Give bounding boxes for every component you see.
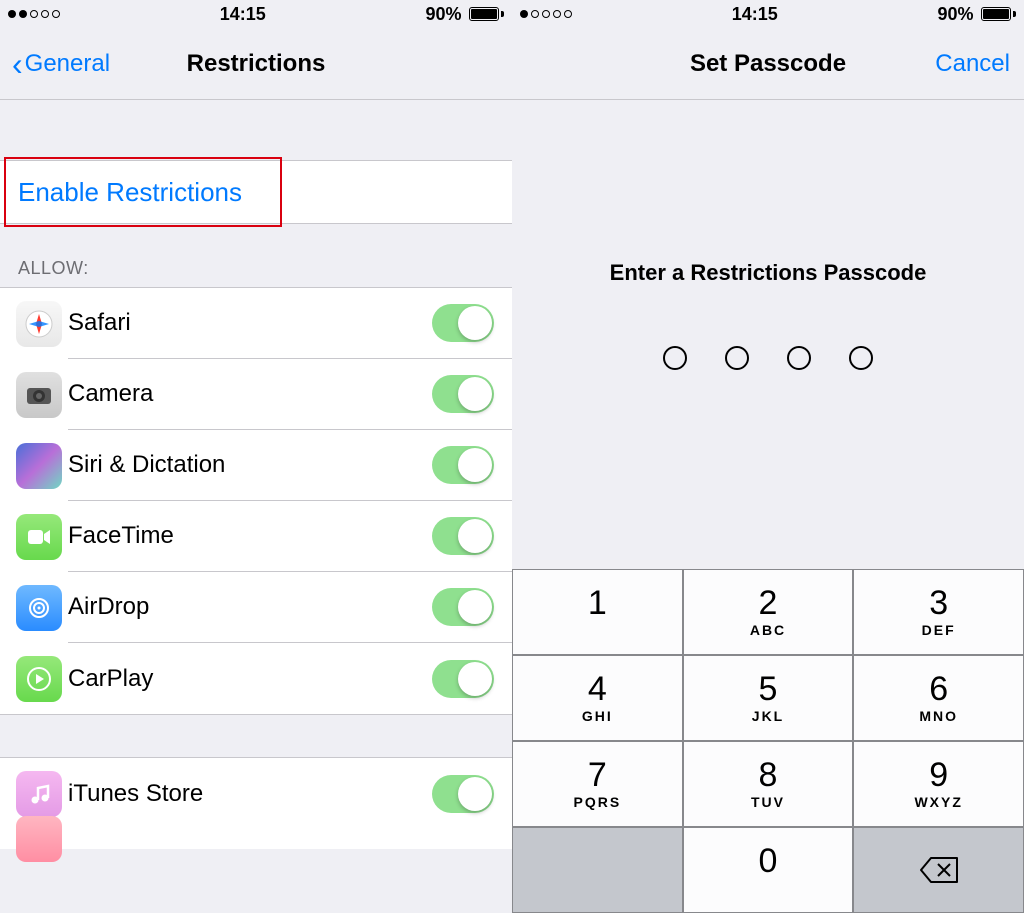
safari-icon bbox=[16, 301, 62, 347]
keypad-digit: 7 bbox=[588, 758, 607, 792]
keypad-letters: JKL bbox=[752, 708, 784, 724]
allow-row-label: Safari bbox=[68, 309, 432, 337]
battery-icon bbox=[465, 7, 504, 21]
keypad-digit: 2 bbox=[759, 586, 778, 620]
allow-toggle[interactable] bbox=[432, 660, 494, 698]
keypad-letters: PQRS bbox=[573, 794, 621, 810]
allow-toggle[interactable] bbox=[432, 588, 494, 626]
keypad-digit: 4 bbox=[588, 672, 607, 706]
allow-list-2: iTunes Store bbox=[0, 757, 512, 829]
backspace-icon bbox=[919, 856, 959, 884]
keypad-letters: MNO bbox=[919, 708, 958, 724]
allow-row-label: CarPlay bbox=[68, 665, 432, 693]
keypad-key-7[interactable]: 7 PQRS bbox=[512, 741, 683, 827]
keypad-digit: 8 bbox=[759, 758, 778, 792]
allow-row: AirDrop bbox=[0, 572, 512, 643]
allow-toggle[interactable] bbox=[432, 775, 494, 813]
nav-bar: Set Passcode Cancel bbox=[512, 28, 1024, 100]
keypad-digit: 0 bbox=[759, 844, 778, 878]
keypad-blank bbox=[512, 827, 683, 913]
allow-row: Camera bbox=[0, 359, 512, 430]
nav-bar: ‹ General Restrictions bbox=[0, 28, 512, 100]
allow-row: iTunes Store bbox=[0, 758, 512, 829]
allow-toggle[interactable] bbox=[432, 304, 494, 342]
passcode-dot bbox=[787, 346, 811, 370]
keypad-digit: 3 bbox=[929, 586, 948, 620]
keypad-key-4[interactable]: 4 GHI bbox=[512, 655, 683, 741]
cancel-button[interactable]: Cancel bbox=[935, 50, 1010, 78]
keypad-letters: WXYZ bbox=[914, 794, 962, 810]
keypad-key-5[interactable]: 5 JKL bbox=[683, 655, 854, 741]
battery-percent: 90% bbox=[937, 4, 973, 25]
numeric-keypad: 1 2 ABC 3 DEF 4 GHI 5 JKL 6 MNO 7 PQRS 8 TUV 9 WXYZ 0 bbox=[512, 569, 1024, 913]
battery-icon bbox=[977, 7, 1016, 21]
keypad-digit: 1 bbox=[588, 586, 607, 620]
allow-row: Siri & Dictation bbox=[0, 430, 512, 501]
keypad-key-6[interactable]: 6 MNO bbox=[853, 655, 1024, 741]
keypad-key-9[interactable]: 9 WXYZ bbox=[853, 741, 1024, 827]
passcode-prompt: Enter a Restrictions Passcode bbox=[512, 260, 1024, 286]
keypad-digit: 5 bbox=[759, 672, 778, 706]
passcode-dots bbox=[512, 346, 1024, 370]
allow-toggle[interactable] bbox=[432, 446, 494, 484]
keypad-key-1[interactable]: 1 bbox=[512, 569, 683, 655]
keypad-digit: 9 bbox=[929, 758, 948, 792]
keypad-key-8[interactable]: 8 TUV bbox=[683, 741, 854, 827]
allow-row-label: Camera bbox=[68, 380, 432, 408]
ft-icon bbox=[16, 514, 62, 560]
allow-row-label: iTunes Store bbox=[68, 780, 432, 808]
keypad-letters: ABC bbox=[750, 622, 786, 638]
allow-row-label: AirDrop bbox=[68, 593, 432, 621]
allow-list: Safari Camera Siri & Dictation FaceTime AirD… bbox=[0, 287, 512, 715]
status-bar: 14:15 90% bbox=[512, 0, 1024, 28]
keypad-letters: DEF bbox=[922, 622, 956, 638]
status-time: 14:15 bbox=[732, 4, 778, 25]
back-button[interactable]: ‹ General bbox=[12, 48, 110, 80]
itunes-icon bbox=[16, 771, 62, 817]
allow-row: CarPlay bbox=[0, 643, 512, 714]
enable-restrictions-button[interactable]: Enable Restrictions bbox=[0, 161, 512, 223]
keypad-letters: TUV bbox=[751, 794, 785, 810]
passcode-dot bbox=[725, 346, 749, 370]
signal-dots-icon bbox=[520, 10, 572, 18]
carplay-icon bbox=[16, 656, 62, 702]
siri-icon bbox=[16, 443, 62, 489]
passcode-dot bbox=[849, 346, 873, 370]
allow-row-label: FaceTime bbox=[68, 522, 432, 550]
allow-list-2-peek bbox=[0, 829, 512, 849]
chevron-left-icon: ‹ bbox=[12, 48, 23, 80]
keypad-delete-button[interactable] bbox=[853, 827, 1024, 913]
keypad-digit: 6 bbox=[929, 672, 948, 706]
allow-toggle[interactable] bbox=[432, 375, 494, 413]
set-passcode-screen: 14:15 90% Set Passcode Cancel Enter a Re… bbox=[512, 0, 1024, 913]
allow-row: FaceTime bbox=[0, 501, 512, 572]
allow-row-label: Siri & Dictation bbox=[68, 451, 432, 479]
signal-dots-icon bbox=[8, 10, 60, 18]
status-time: 14:15 bbox=[220, 4, 266, 25]
enable-restrictions-label: Enable Restrictions bbox=[18, 177, 242, 208]
camera-icon bbox=[16, 372, 62, 418]
music-icon bbox=[16, 816, 62, 862]
passcode-dot bbox=[663, 346, 687, 370]
keypad-key-3[interactable]: 3 DEF bbox=[853, 569, 1024, 655]
keypad-letters: GHI bbox=[582, 708, 613, 724]
airdrop-icon bbox=[16, 585, 62, 631]
allow-toggle[interactable] bbox=[432, 517, 494, 555]
back-label: General bbox=[25, 50, 110, 78]
keypad-key-2[interactable]: 2 ABC bbox=[683, 569, 854, 655]
battery-percent: 90% bbox=[425, 4, 461, 25]
keypad-key-0[interactable]: 0 bbox=[683, 827, 854, 913]
status-bar: 14:15 90% bbox=[0, 0, 512, 28]
restrictions-screen: 14:15 90% ‹ General Restrictions Enable … bbox=[0, 0, 512, 913]
allow-row: Safari bbox=[0, 288, 512, 359]
allow-header: ALLOW: bbox=[0, 224, 512, 287]
